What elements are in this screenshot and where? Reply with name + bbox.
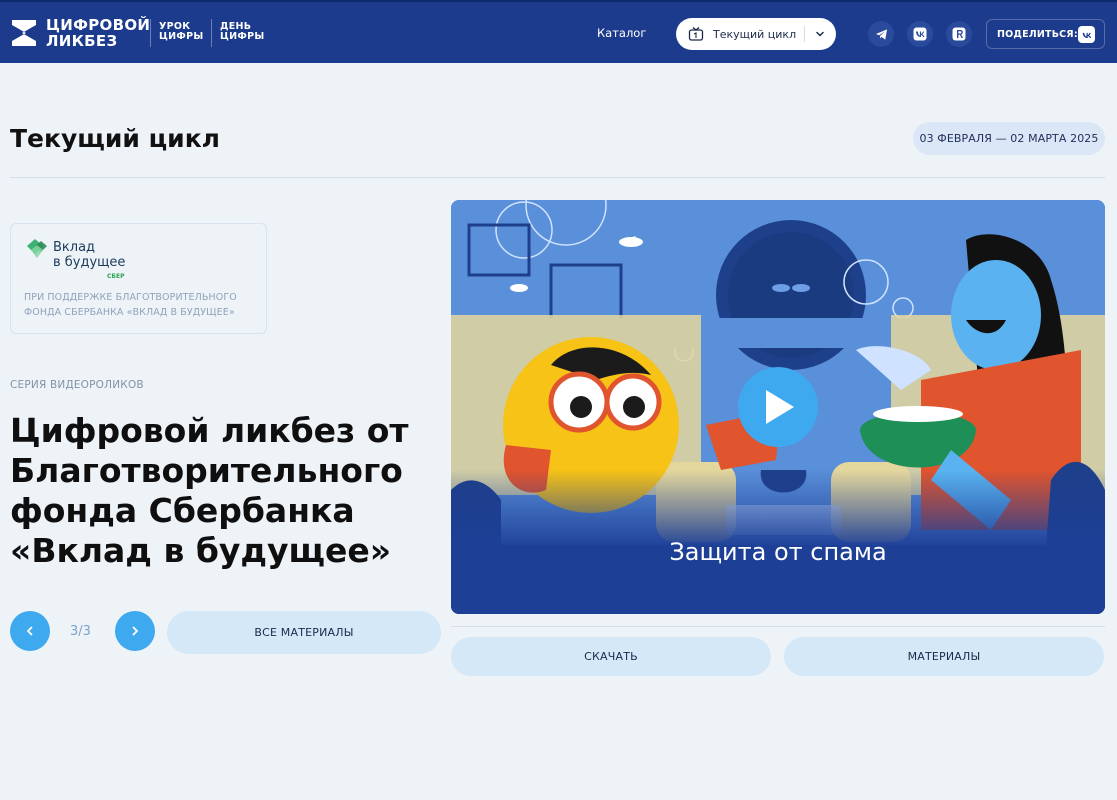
all-materials-button[interactable]: ВСЕ МАТЕРИАЛЫ [167,611,441,654]
share-button[interactable]: ПОДЕЛИТЬСЯ: [986,19,1105,49]
sber-mark: СБЕР [107,273,125,280]
materials-button[interactable]: МАТЕРИАЛЫ [784,637,1104,676]
pager-count: 3/3 [70,624,91,639]
chevron-right-icon [132,626,139,636]
download-button[interactable]: СКАЧАТЬ [451,637,771,676]
page-title: Текущий цикл [10,124,220,153]
cycle-select-label: Текущий цикл [713,27,797,41]
sponsor-logo-icon [27,239,47,258]
share-label: ПОДЕЛИТЬСЯ: [997,28,1078,40]
video-title: Защита от спама [669,538,887,566]
sponsor-name: Вклад в будущее [53,240,126,270]
vk-icon[interactable] [907,21,933,47]
chevron-down-icon [816,31,824,37]
sponsor-card[interactable]: Вклад в будущее СБЕР ПРИ ПОДДЕРЖКЕ БЛАГО… [10,223,267,334]
site-logo[interactable]: ЦИФРОВОЙ ЛИКБЕЗ [10,16,150,50]
title-divider [10,177,1105,178]
logo-divider [150,19,151,47]
share-vk-icon[interactable] [1078,26,1095,43]
prev-button[interactable] [10,611,50,651]
series-heading: Цифровой ликбез от Благотворительного фо… [10,411,409,570]
urok-cifry-logo[interactable]: УРОК ЦИФРЫ [159,22,204,42]
next-button[interactable] [115,611,155,651]
video-player[interactable]: Защита от спама [451,200,1105,614]
yandex-icon[interactable] [946,21,972,47]
logo-mark-icon [10,16,38,50]
nav-catalog-link[interactable]: Каталог [597,26,646,40]
logo-text: ЦИФРОВОЙ ЛИКБЕЗ [46,16,151,50]
sponsor-caption: ПРИ ПОДДЕРЖКЕ БЛАГОТВОРИТЕЛЬНОГО ФОНДА С… [24,292,237,318]
site-header: ЦИФРОВОЙ ЛИКБЕЗ УРОК ЦИФРЫ ДЕНЬ ЦИФРЫ Ка… [0,0,1117,63]
chevron-left-icon [26,626,33,636]
telegram-icon[interactable] [868,21,894,47]
date-range-badge: 03 ФЕВРАЛЯ — 02 МАРТА 2025 [913,122,1105,155]
video-divider [451,626,1105,627]
logo-divider-2 [211,19,212,47]
den-cifry-logo[interactable]: ДЕНЬ ЦИФРЫ [220,22,265,42]
cycle-select[interactable]: Текущий цикл [676,18,836,50]
select-divider [804,26,805,42]
tv-icon [688,27,704,41]
series-label: СЕРИЯ ВИДЕОРОЛИКОВ [10,379,144,391]
